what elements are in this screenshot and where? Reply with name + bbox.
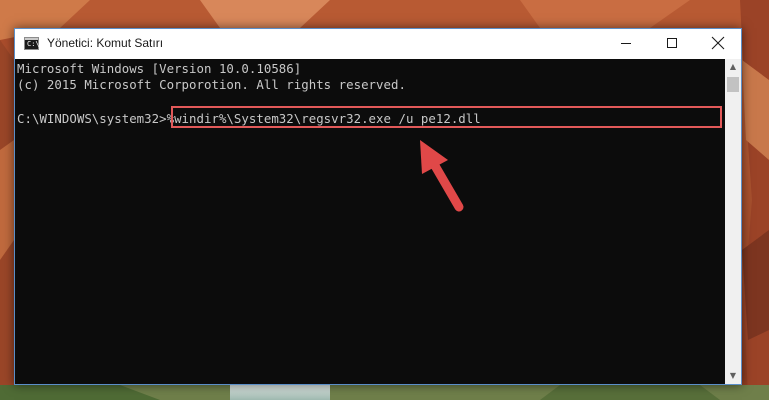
window-title: Yönetici: Komut Satırı <box>47 36 164 50</box>
close-icon <box>711 36 725 50</box>
cmd-icon: C:\ <box>24 37 40 50</box>
vertical-scrollbar[interactable]: ▲ ▼ <box>725 59 741 384</box>
command-prompt-window[interactable]: C:\ Yönetici: Komut Satırı Microsoft Win… <box>14 28 742 385</box>
close-button[interactable] <box>695 29 741 58</box>
maximize-icon <box>667 38 677 48</box>
minimize-icon <box>621 43 631 44</box>
command-highlight-box <box>171 106 722 128</box>
console-output[interactable]: Microsoft Windows [Version 10.0.10586] (… <box>15 59 725 384</box>
scroll-up-icon[interactable]: ▲ <box>725 59 741 75</box>
title-bar[interactable]: C:\ Yönetici: Komut Satırı <box>15 29 741 59</box>
minimize-button[interactable] <box>603 29 649 58</box>
maximize-button[interactable] <box>649 29 695 58</box>
scroll-down-icon[interactable]: ▼ <box>725 368 741 384</box>
red-arrow-icon <box>420 140 464 212</box>
console-line: (c) 2015 Microsoft Corporotion. All righ… <box>17 77 406 92</box>
scroll-thumb[interactable] <box>727 77 739 92</box>
console-line: Microsoft Windows [Version 10.0.10586] <box>17 61 302 76</box>
